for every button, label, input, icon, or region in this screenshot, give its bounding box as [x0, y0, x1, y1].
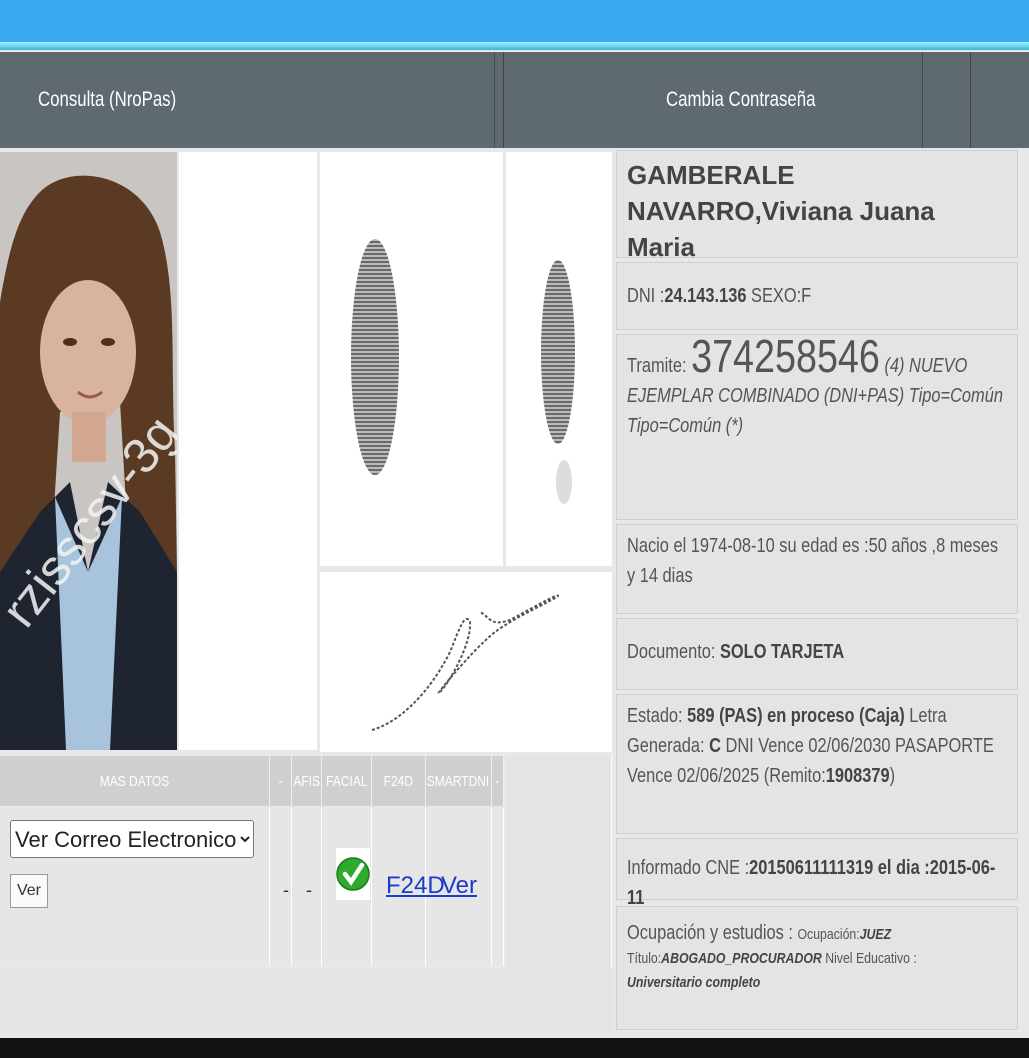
- person-name: GAMBERALE NAVARRO,Viviana Juana Maria: [627, 160, 935, 262]
- informado-label: Informado CNE :: [627, 857, 750, 879]
- top-accent-line: [0, 42, 1029, 50]
- sexo-value: SEXO:F: [746, 285, 812, 307]
- bottom-bar: [0, 1038, 1029, 1058]
- titulo-value: ABOGADO_PROCURADOR: [661, 950, 822, 967]
- header-dash: -: [270, 756, 292, 806]
- mas-datos-table: MAS DATOS - AFIS FACIAL F24D SMARTDNI - …: [0, 756, 612, 976]
- estado-row: Estado: 589 (PAS) en proceso (Caja) Letr…: [616, 694, 1018, 834]
- nav-bar: Consulta (NroPas) Cambia Contraseña: [0, 52, 1029, 148]
- person-name-row: GAMBERALE NAVARRO,Viviana Juana Maria: [616, 150, 1018, 262]
- documento-label: Documento:: [627, 641, 720, 663]
- person-photo: rzisscsv-3g: [0, 152, 177, 750]
- letra-value: C: [709, 735, 721, 757]
- signature-image: [371, 594, 560, 731]
- header-f24d: F24D: [372, 756, 426, 806]
- ver-button[interactable]: Ver: [10, 874, 48, 908]
- documento-value: SOLO TARJETA: [719, 641, 845, 663]
- dash-text: -: [306, 880, 312, 900]
- footer-area: [0, 968, 612, 1032]
- fingerprint-right: [506, 152, 612, 566]
- dni-row: DNI :24.143.136 SEXO:F: [616, 262, 1018, 330]
- estado-value: 589 (PAS) en proceso (Caja): [687, 705, 905, 727]
- header-facial: FACIAL: [322, 756, 372, 806]
- estado-label: Estado:: [627, 705, 688, 727]
- blank-cell: [506, 756, 612, 976]
- titulo-label: Título:: [627, 950, 662, 967]
- nav-consulta-label: Consulta (NroPas): [38, 88, 177, 111]
- header-dash: -: [492, 756, 504, 806]
- smartdni-ver-link[interactable]: Ver: [441, 872, 477, 900]
- dni-label: DNI :: [627, 285, 665, 307]
- dni-value: 24.143.136: [664, 285, 747, 307]
- header-afis: AFIS: [292, 756, 322, 806]
- f24d-link[interactable]: F24D: [386, 872, 445, 900]
- header-mas-datos: MAS DATOS: [0, 756, 270, 806]
- fingerprint-icon: [351, 239, 399, 475]
- nav-consulta-nropas[interactable]: Consulta (NroPas): [38, 52, 495, 148]
- facial-check-icon[interactable]: [336, 848, 370, 900]
- tramite-row: Tramite: 374258546 (4) NUEVO EJEMPLAR CO…: [616, 333, 1018, 520]
- informado-row: Informado CNE :20150611111319 el dia :20…: [616, 838, 1018, 909]
- nav-separator: [503, 52, 504, 148]
- nivel-label: Nivel Educativo :: [821, 950, 917, 967]
- photo-blank-area: [179, 152, 317, 750]
- cell-dash: [492, 808, 504, 966]
- ocupacion-value: JUEZ: [859, 926, 892, 943]
- nacimiento-row: Nacio el 1974-08-10 su edad es :50 años …: [616, 524, 1018, 614]
- fingerprint-icon: [541, 260, 575, 504]
- remito-value: 1908379: [825, 765, 890, 787]
- ocupacion-row: Ocupación y estudios : Ocupación:JUEZ Tít…: [616, 906, 1018, 1030]
- mas-datos-select[interactable]: Ver Correo Electronico: [10, 820, 254, 858]
- nivel-value: Universitario completo: [627, 974, 761, 991]
- nav-separator: [970, 52, 971, 148]
- ocupacion-small: Ocupación:: [797, 926, 860, 943]
- nav-cambia-contrasena[interactable]: Cambia Contraseña: [666, 52, 923, 148]
- ocupacion-label: Ocupación y estudios :: [627, 922, 798, 944]
- tramite-label: Tramite:: [627, 355, 692, 377]
- signature-panel: [320, 572, 612, 752]
- remito-close: ): [889, 765, 896, 787]
- documento-row: Documento: SOLO TARJETA: [616, 618, 1018, 690]
- nav-cambia-label: Cambia Contraseña: [666, 88, 816, 111]
- dash-text: -: [283, 880, 289, 900]
- tramite-number: 374258546: [691, 330, 880, 382]
- top-banner: [0, 0, 1029, 42]
- fingerprint-left: [320, 152, 503, 566]
- nacimiento-text: Nacio el 1974-08-10 su edad es :50 años …: [627, 535, 999, 587]
- header-smartdni: SMARTDNI: [426, 756, 492, 806]
